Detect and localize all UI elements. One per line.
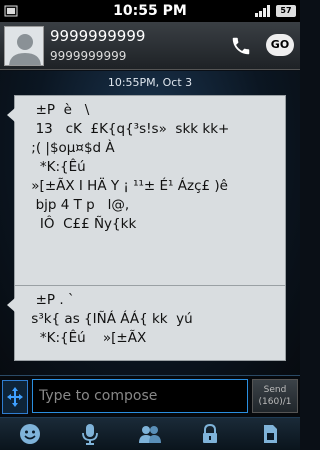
phone-icon[interactable]: [230, 35, 252, 57]
send-button[interactable]: Send (160)/1: [252, 379, 298, 413]
voice-button[interactable]: [70, 419, 110, 449]
send-label: Send: [263, 385, 287, 395]
group-button[interactable]: [130, 419, 170, 449]
privacy-button[interactable]: [190, 419, 230, 449]
send-count: (160)/1: [258, 397, 292, 407]
person-icon: [5, 27, 43, 65]
microphone-icon: [82, 424, 98, 445]
go-button[interactable]: GO: [266, 34, 294, 56]
group-icon: [139, 426, 161, 443]
conversation-area[interactable]: 10:55PM, Oct 3 ±P è \ 13 cK £K{q{³s!s» s…: [0, 71, 300, 375]
signal-icon: [255, 5, 270, 17]
message-bubble[interactable]: ±P è \ 13 cK £K{q{³s!s» skk kk+ ;( |$oµ¤…: [7, 95, 286, 288]
compose-bar: Send (160)/1: [0, 375, 300, 417]
sim-card-icon: [264, 425, 277, 443]
lock-icon: [203, 423, 217, 443]
compose-input[interactable]: [32, 379, 248, 413]
message-bubble[interactable]: ±P . ` s³k{ as {IÑÁ ÁÁ{ kk yú *K:{Êú »[±…: [7, 285, 286, 361]
avatar[interactable]: [4, 26, 44, 66]
attach-button[interactable]: [2, 380, 28, 414]
bottom-toolbar: [0, 417, 300, 450]
contact-number: 9999999999: [50, 49, 127, 63]
conversation-header: 9999999999 9999999999 GO: [0, 22, 300, 70]
move-arrows-icon: [7, 387, 23, 407]
contact-name: 9999999999: [50, 27, 146, 45]
emoji-button[interactable]: [10, 419, 50, 449]
status-bar: 10:55 PM 57: [0, 0, 300, 22]
battery-indicator: 57: [276, 5, 296, 17]
message-timestamp: 10:55PM, Oct 3: [107, 76, 193, 89]
smiley-icon: [20, 424, 40, 444]
sim-button[interactable]: [250, 419, 290, 449]
